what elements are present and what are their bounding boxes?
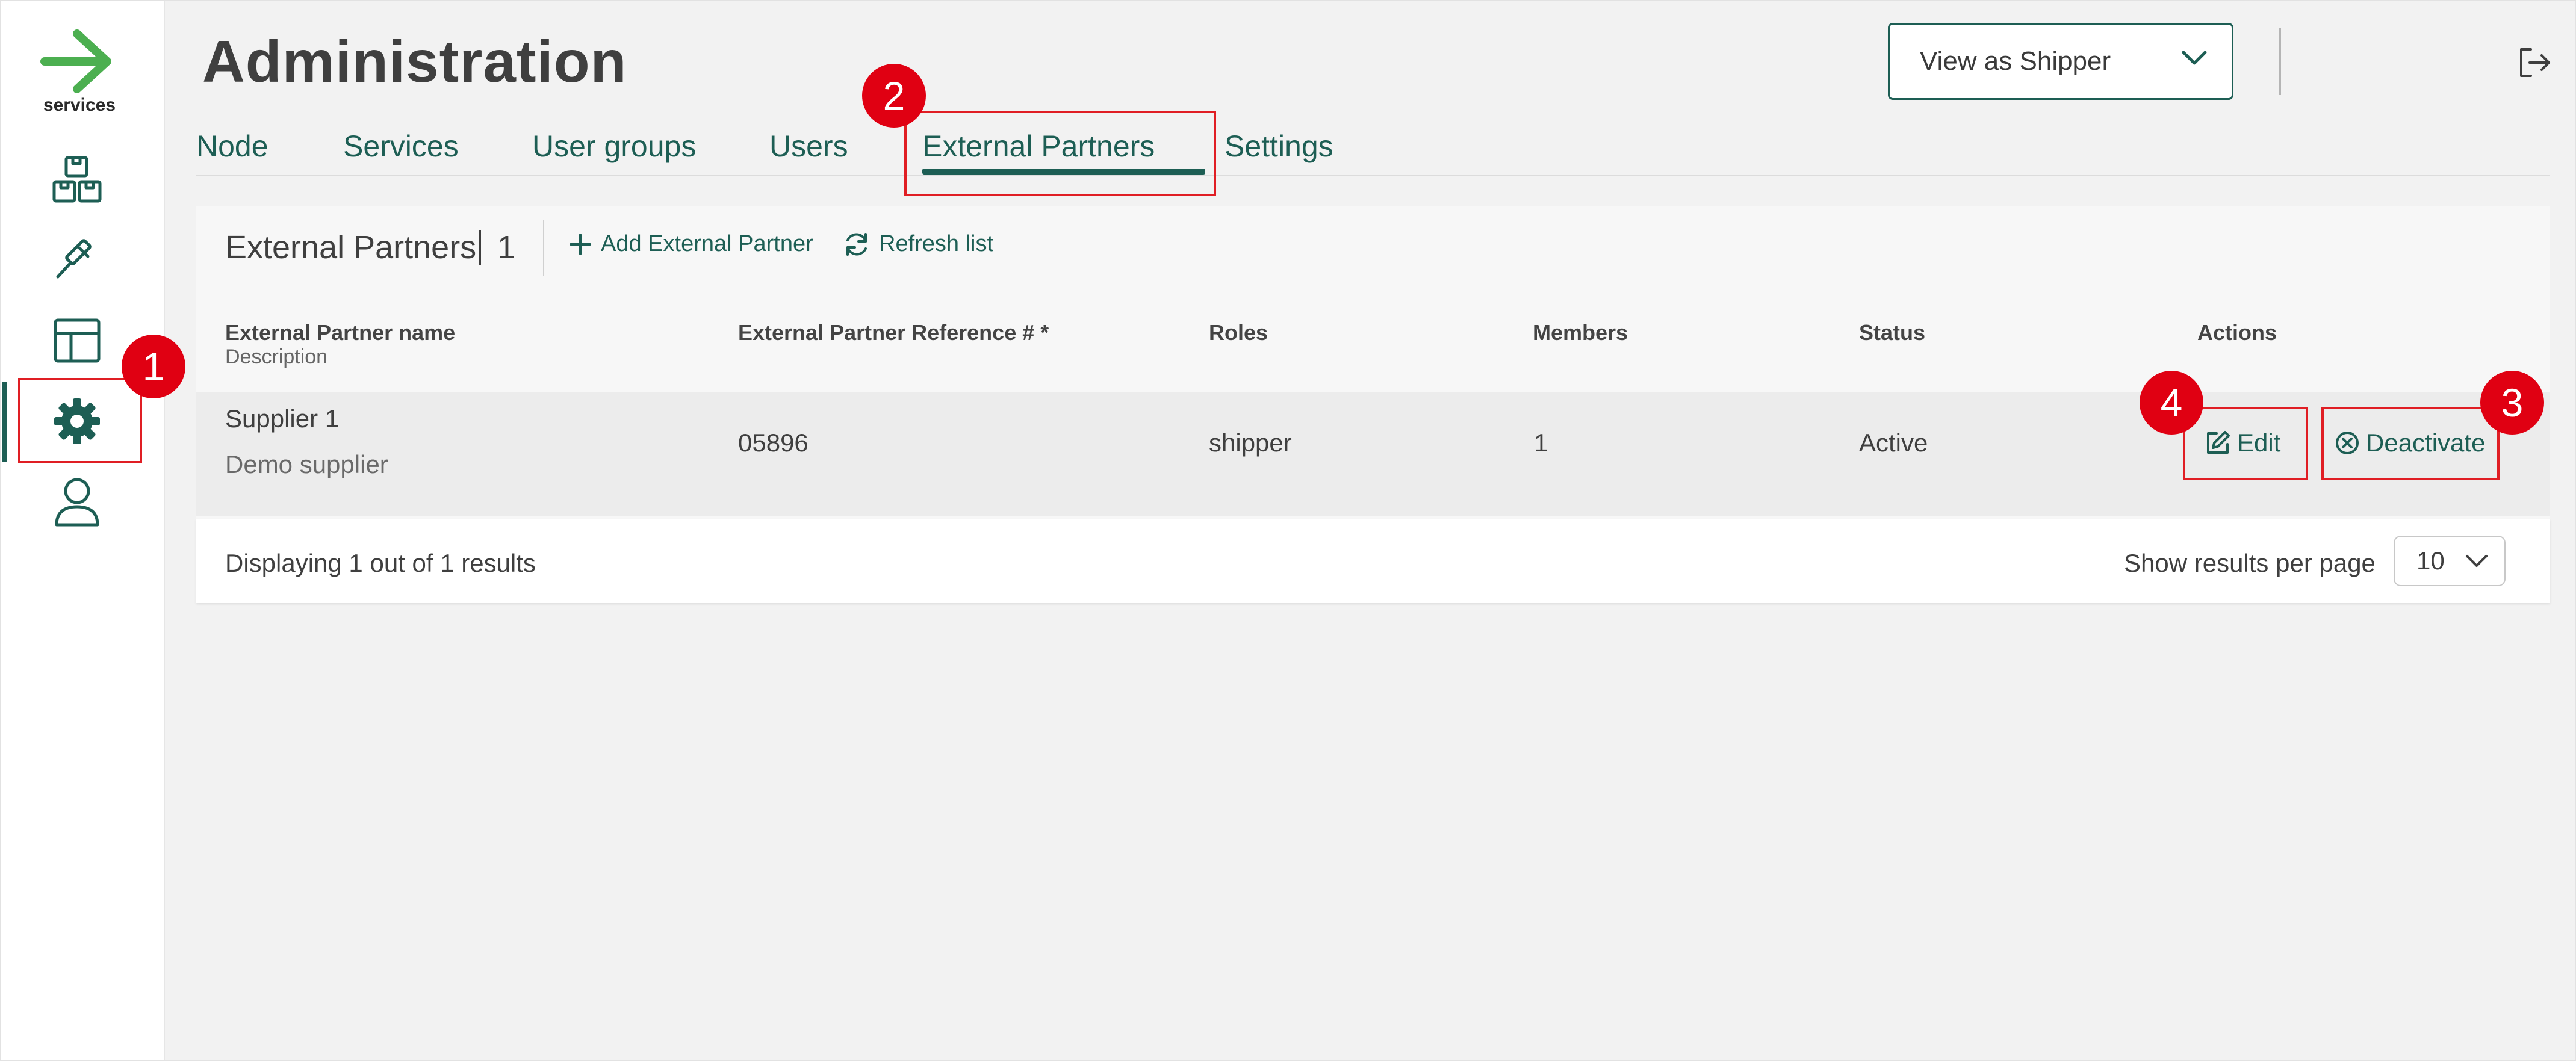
- results-summary: Displaying 1 out of 1 results: [225, 549, 536, 577]
- highlight-external-partners-tab: [904, 111, 1216, 196]
- annotation-badge-2: 2: [862, 64, 926, 128]
- header-divider: [2279, 28, 2281, 95]
- refresh-icon: [846, 232, 867, 256]
- sidebar: services: [1, 1, 165, 1060]
- logo-text: services: [43, 95, 116, 115]
- plus-icon: [570, 233, 591, 255]
- column-header-status: Status: [1859, 320, 1926, 345]
- sidebar-item-boxes[interactable]: [51, 153, 104, 206]
- user-icon: [55, 478, 99, 527]
- title-separator: [479, 230, 481, 265]
- app-logo[interactable]: services: [37, 24, 122, 120]
- refresh-list-button[interactable]: Refresh list: [843, 231, 993, 257]
- tab-services[interactable]: Services: [343, 129, 459, 164]
- partner-roles: shipper: [1209, 428, 1292, 457]
- partner-count: 1: [497, 229, 516, 265]
- layout-icon: [54, 318, 101, 363]
- arrow-logo-icon: [40, 29, 111, 93]
- sidebar-item-layout[interactable]: [51, 314, 104, 367]
- annotation-badge-4: 4: [2140, 371, 2203, 435]
- column-header-roles: Roles: [1209, 320, 1268, 345]
- partner-reference: 05896: [738, 428, 808, 457]
- sidebar-item-auctions[interactable]: [51, 234, 104, 286]
- view-as-select[interactable]: View as Shipper: [1888, 23, 2233, 100]
- logout-icon: [2520, 48, 2550, 77]
- partner-description: Demo supplier: [225, 450, 388, 478]
- per-page-select[interactable]: 10: [2394, 536, 2506, 586]
- per-page-value: 10: [2416, 546, 2445, 575]
- logout-button[interactable]: [2516, 45, 2553, 81]
- column-header-reference: External Partner Reference # *: [738, 320, 1049, 345]
- add-external-partner-button[interactable]: Add External Partner: [568, 231, 813, 257]
- column-header-members: Members: [1533, 320, 1628, 345]
- gavel-icon: [56, 239, 92, 279]
- page-title: Administration: [202, 28, 627, 94]
- boxes-icon: [52, 156, 102, 203]
- add-external-partner-label: Add External Partner: [601, 231, 813, 256]
- column-header-description: Description: [225, 345, 328, 368]
- annotation-badge-3: 3: [2480, 371, 2544, 435]
- toolbar-separator: [543, 220, 544, 276]
- column-header-actions: Actions: [2197, 320, 2277, 345]
- per-page-label: Show results per page: [2124, 549, 2376, 577]
- chevron-down-icon: [2466, 555, 2488, 567]
- partner-members: 1: [1534, 428, 1548, 457]
- highlight-edit-button: [2183, 407, 2308, 480]
- tab-user-groups[interactable]: User groups: [532, 129, 696, 164]
- panel-title: External Partners: [225, 229, 477, 265]
- sidebar-active-indicator: [2, 382, 7, 462]
- refresh-list-label: Refresh list: [879, 231, 994, 256]
- tab-users[interactable]: Users: [769, 129, 848, 164]
- partner-name: Supplier 1: [225, 404, 340, 433]
- chevron-down-icon: [2182, 51, 2207, 65]
- tabs-divider: [196, 175, 2550, 176]
- highlight-administration-nav: [18, 378, 142, 463]
- column-header-name: External Partner name: [225, 320, 456, 345]
- tab-node[interactable]: Node: [196, 129, 268, 164]
- sidebar-item-profile[interactable]: [51, 475, 104, 528]
- highlight-deactivate-button: [2321, 407, 2500, 480]
- annotation-badge-1: 1: [122, 335, 185, 398]
- view-as-select-value: View as Shipper: [1920, 46, 2111, 76]
- partner-status: Active: [1859, 428, 1928, 457]
- tab-settings[interactable]: Settings: [1224, 129, 1333, 164]
